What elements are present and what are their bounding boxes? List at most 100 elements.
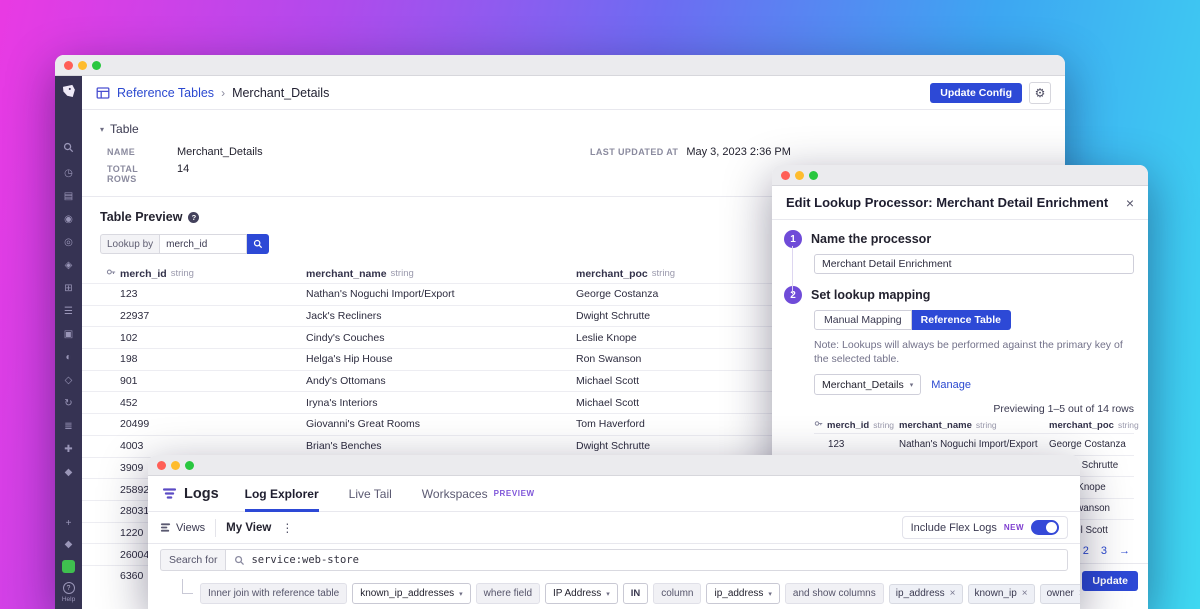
infrastructure-icon[interactable]: ◈ [65,260,73,272]
create-icon[interactable]: + [66,518,72,530]
previewing-caption: Previewing 1–5 out of 14 rows [814,403,1134,415]
manage-link[interactable]: Manage [931,379,971,391]
cell-merchant-name: Giovanni's Great Rooms [306,418,576,430]
datadog-logo-icon[interactable] [60,83,77,100]
chevron-down-icon: ▾ [100,125,104,134]
lookup-input[interactable]: merch_id [159,234,247,254]
lookup-search-button[interactable] [247,234,269,254]
column-header[interactable]: merch_id [827,420,869,431]
network-icon[interactable]: ⊞ [64,283,72,295]
flex-logs-toggle[interactable] [1031,520,1059,535]
join-clause-row: Inner join with reference table known_ip… [148,576,1080,609]
table-section-header[interactable]: ▾ Table [100,122,1047,136]
show-columns-label: and show columns [785,583,884,604]
views-button[interactable]: Views [160,522,205,534]
remove-tag-icon[interactable]: × [1022,588,1028,599]
tag-label: known_ip [975,588,1017,599]
processor-name-input[interactable]: Merchant Detail Enrichment [814,254,1134,274]
events-icon[interactable]: ◷ [64,168,73,180]
minimize-window-button[interactable] [795,171,804,180]
step-1-label: Name the processor [811,232,931,246]
minimize-window-button[interactable] [171,461,180,470]
help-tooltip-icon[interactable]: ? [188,212,199,223]
sidebar-help[interactable]: ? Help [62,582,75,603]
new-badge: NEW [1004,523,1024,532]
column-header[interactable]: merchant_poc [1049,420,1114,431]
remove-tag-icon[interactable]: × [1079,588,1080,599]
close-window-button[interactable] [781,171,790,180]
logs-tabs: Log Explorer Live Tail Workspaces PREVIE… [245,476,535,512]
search-query: service:web-store [251,554,358,566]
close-window-button[interactable] [64,61,73,70]
manual-mapping-tab[interactable]: Manual Mapping [814,310,912,330]
remove-tag-icon[interactable]: × [950,588,956,599]
reference-table-select[interactable]: Merchant_Details ▾ [814,374,921,395]
column-header[interactable]: merchant_name [899,420,972,431]
column-select[interactable]: ip_address ▾ [706,583,779,604]
close-window-button[interactable] [157,461,166,470]
bookmark-icon[interactable]: ◆ [65,539,73,551]
rum-icon[interactable]: ◐ [65,352,71,364]
pagination-next-icon[interactable]: → [1119,545,1130,557]
close-icon[interactable]: × [1126,195,1134,211]
breadcrumb-section-link[interactable]: Reference Tables [117,86,214,100]
cell-merchant-poc: George Costanza [1049,439,1134,450]
chevron-down-icon: ▾ [910,381,914,389]
page-link[interactable]: 2 [1083,545,1089,557]
column-tag[interactable]: ip_address × [889,584,963,604]
zoom-window-button[interactable] [809,171,818,180]
tab-log-explorer[interactable]: Log Explorer [245,476,319,512]
security-icon[interactable]: ▣ [64,329,73,341]
cell-merch-id: 102 [106,332,306,344]
zoom-window-button[interactable] [185,461,194,470]
workflows-icon[interactable]: ◆ [65,467,73,479]
column-tag[interactable]: owner × [1040,584,1080,604]
integrations-icon[interactable]: ✚ [64,444,72,456]
views-label: Views [176,522,205,534]
tag-label: ip_address [896,588,945,599]
breadcrumb-page: Merchant_Details [232,86,329,100]
search-icon[interactable] [63,142,74,157]
table-row[interactable]: 123 Nathan's Noguchi Import/Export Georg… [814,433,1134,454]
processes-icon[interactable]: ☰ [64,306,73,318]
update-button[interactable]: Update [1082,571,1138,591]
step-2-label: Set lookup mapping [811,288,930,302]
name-value: Merchant_Details [177,146,263,158]
page-link[interactable]: 3 [1101,545,1107,557]
window2-titlebar [772,165,1148,186]
zoom-window-button[interactable] [92,61,101,70]
search-for-label: Search for [160,549,225,571]
synthetics-icon[interactable]: ◇ [65,375,73,387]
tab-workspaces[interactable]: Workspaces PREVIEW [422,476,535,512]
tag-label: owner [1047,588,1074,599]
ci-icon[interactable]: ↻ [64,398,72,410]
apm-icon[interactable]: ◎ [64,237,73,249]
column-tag[interactable]: known_ip × [968,584,1035,604]
cell-merchant-name: Nathan's Noguchi Import/Export [306,288,576,300]
settings-gear-button[interactable]: ⚙ [1029,82,1051,104]
operator-chip[interactable]: IN [623,583,649,604]
my-view-label[interactable]: My View [226,522,271,534]
field-select[interactable]: IP Address ▾ [545,583,618,604]
kebab-menu-icon[interactable]: ⋮ [281,521,293,535]
logs-toolbar: Views My View ⋮ Include Flex Logs NEW [148,512,1080,544]
cell-merchant-name: Iryna's Interiors [306,397,576,409]
tab-live-tail[interactable]: Live Tail [349,476,392,512]
update-config-button[interactable]: Update Config [930,83,1022,103]
reference-table-tab[interactable]: Reference Table [912,310,1011,330]
column-type: string [171,268,194,279]
column-header[interactable]: merchant_name [306,268,387,280]
watchdog-icon[interactable]: ◉ [64,214,73,226]
join-table-select[interactable]: known_ip_addresses ▾ [352,583,470,604]
column-type: string [652,268,675,279]
green-app-icon[interactable] [62,560,75,573]
metrics-icon[interactable]: ▤ [64,191,73,203]
column-header[interactable]: merch_id [120,268,167,280]
log-search-input[interactable]: service:web-store [225,549,1068,571]
logs-nav-icon[interactable]: ≣ [64,421,72,433]
views-icon [160,522,171,533]
field-value: IP Address [553,588,601,599]
lookup-preview-header: merch_id string merchant_name string mer… [814,417,1134,433]
minimize-window-button[interactable] [78,61,87,70]
column-header[interactable]: merchant_poc [576,268,648,280]
